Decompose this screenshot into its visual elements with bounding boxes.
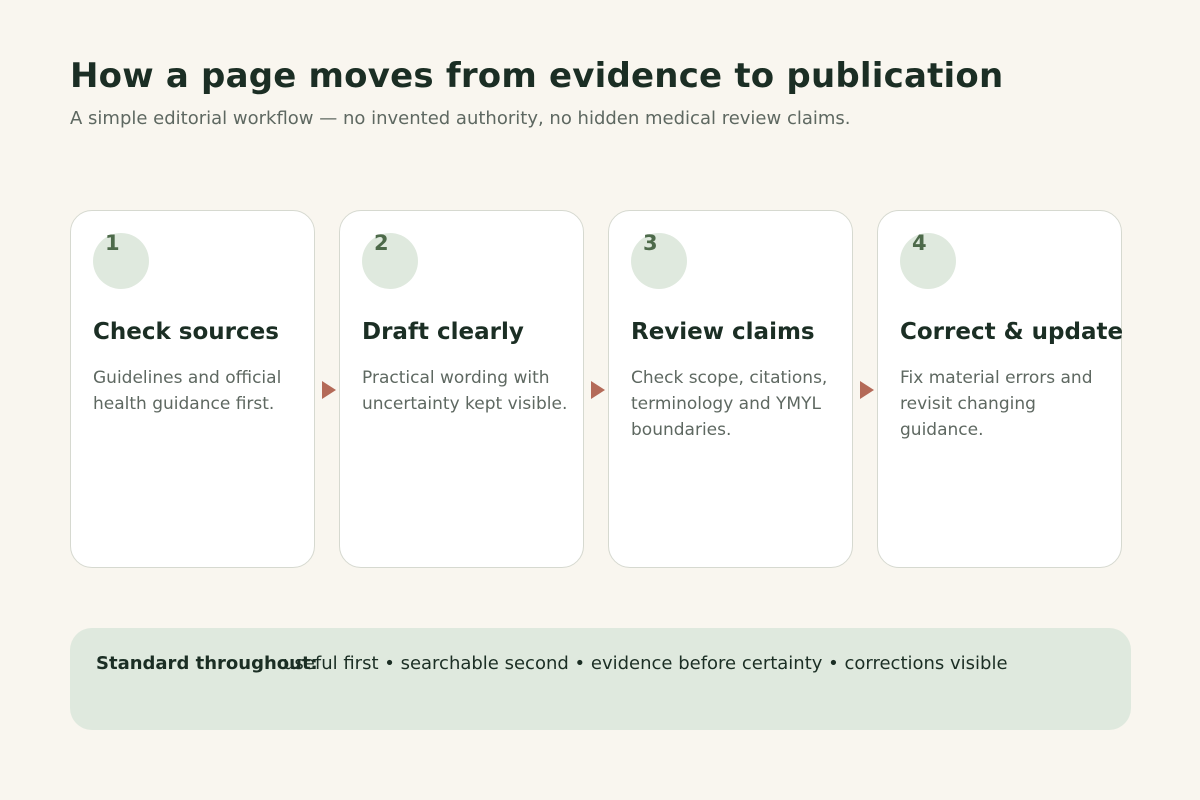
step-card-check-sources: 1 Check sources Guidelines and official … xyxy=(70,210,315,568)
arrow-right-icon xyxy=(860,381,874,399)
step-number: 4 xyxy=(912,231,927,255)
page-subtitle: A simple editorial workflow — no invente… xyxy=(70,108,851,129)
step-card-correct-update: 4 Correct & update Fix material errors a… xyxy=(877,210,1124,568)
step-title: Draft clearly xyxy=(362,319,524,345)
step-description: Guidelines and official health guidance … xyxy=(93,368,282,414)
step-title: Review claims xyxy=(631,319,815,345)
step-number-circle xyxy=(631,233,687,289)
page-title: How a page moves from evidence to public… xyxy=(70,56,1004,96)
banner-text: useful first • searchable second • evide… xyxy=(283,653,1008,674)
step-card-draft-clearly: 2 Draft clearly Practical wording with u… xyxy=(339,210,584,568)
step-number: 2 xyxy=(374,231,389,255)
step-title: Check sources xyxy=(93,319,279,345)
step-number: 1 xyxy=(105,231,120,255)
step-number-circle xyxy=(900,233,956,289)
step-description: Fix material errors and revisit changing… xyxy=(900,368,1093,440)
step-card-review-claims: 3 Review claims Check scope, citations, … xyxy=(608,210,853,568)
step-description: Check scope, citations, terminology and … xyxy=(631,368,828,440)
step-description: Practical wording with uncertainty kept … xyxy=(362,368,568,414)
standards-banner: Standard throughout: useful first • sear… xyxy=(70,628,1131,730)
step-number-circle xyxy=(362,233,418,289)
step-number: 3 xyxy=(643,231,658,255)
step-number-circle xyxy=(93,233,149,289)
step-title: Correct & update xyxy=(900,319,1124,345)
arrow-right-icon xyxy=(591,381,605,399)
arrow-right-icon xyxy=(322,381,336,399)
